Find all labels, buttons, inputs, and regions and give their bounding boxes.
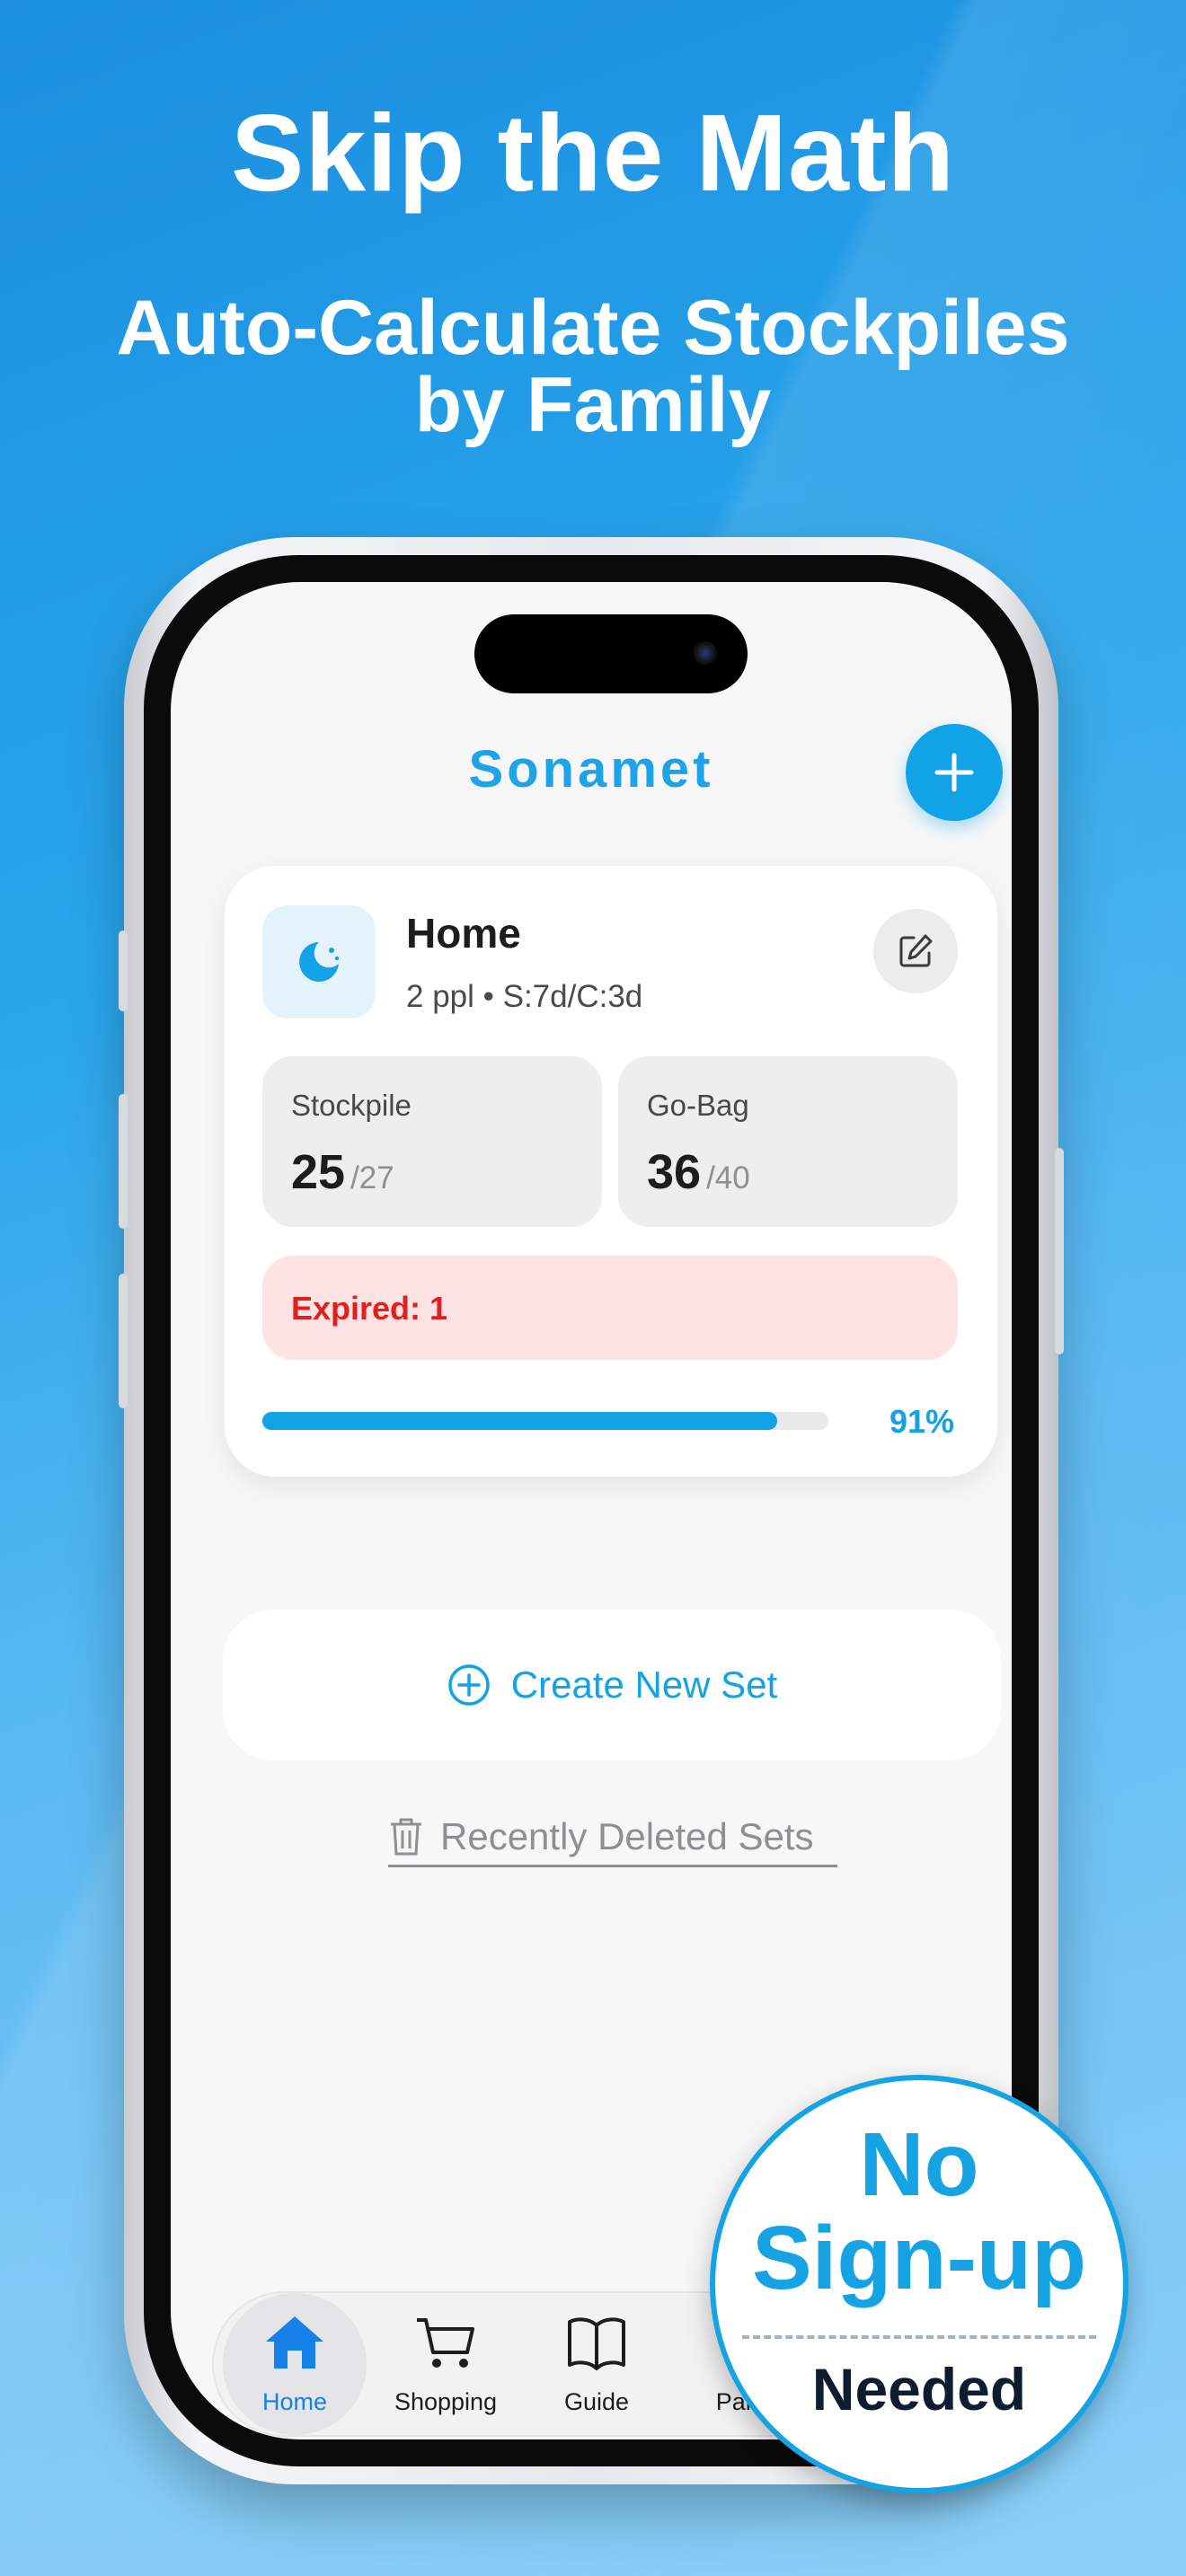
badge-line1: No [859,2114,979,2215]
create-new-set-label: Create New Set [510,1663,778,1706]
tab-home-label: Home [261,2388,328,2415]
promo-subheadline: Auto-Calculate Stockpiles by Family [0,289,1186,444]
badge-line2: Sign-up [751,2208,1087,2308]
volume-up-button [119,1094,128,1229]
app-title: Sonamet [468,740,714,798]
gobag-label: Go-Bag [647,1089,749,1122]
tab-home[interactable]: Home [223,2293,367,2435]
stockpile-stat: Stockpile 25/27 [262,1056,602,1227]
tab-guide-icon-wrap [525,2313,668,2376]
no-signup-badge: No Sign-up Needed [710,2075,1128,2493]
dynamic-island [474,614,748,693]
volume-down-button [119,1274,128,1408]
progress-fill [262,1412,778,1430]
stockpile-total: /27 [350,1160,394,1195]
gobag-stat: Go-Bag 36/40 [618,1056,958,1227]
recently-deleted-link[interactable]: Recently Deleted Sets [388,1809,837,1867]
tab-shopping-label: Shopping [394,2388,498,2415]
tab-shopping[interactable]: Shopping [374,2293,518,2435]
tab-home-icon-wrap [223,2313,367,2376]
tab-shopping-icon-wrap [374,2313,518,2376]
set-meta: 2 ppl • S:7d/C:3d [406,979,643,1014]
camera-icon [694,641,717,665]
trash-icon [391,1818,421,1856]
promo-subheadline-line2: by Family [414,362,772,448]
action-button [119,931,128,1011]
set-icon [262,905,376,1019]
badge-line3: Needed [811,2356,1027,2422]
progress-percent: 91% [890,1403,955,1440]
edit-icon [899,934,933,967]
gobag-value-wrap: 36/40 [647,1144,750,1200]
progress-bar [262,1412,828,1430]
tab-guide[interactable]: Guide [525,2293,668,2435]
moon-icon [299,942,340,982]
add-set-button[interactable] [906,724,1003,821]
gobag-value: 36 [647,1145,702,1199]
set-name: Home [406,910,521,957]
expired-banner[interactable]: Expired: 1 [262,1256,958,1360]
cart-icon [417,2318,474,2368]
power-button [1055,1148,1064,1354]
badge-divider [742,2335,1096,2339]
promo-headline: Skip the Math [230,92,956,214]
stockpile-label: Stockpile [291,1089,412,1122]
set-card[interactable]: Home 2 ppl • S:7d/C:3d Stockpile 25/27 G… [225,866,997,1477]
home-icon [266,2316,323,2369]
create-new-set-button[interactable]: Create New Set [223,1610,1001,1760]
stockpile-value-wrap: 25/27 [291,1144,394,1200]
plus-circle-icon [448,1664,490,1706]
gobag-total: /40 [706,1160,750,1195]
create-new-set-content: Create New Set [223,1610,1001,1760]
plus-icon [934,753,974,792]
edit-set-button[interactable] [873,909,958,993]
stockpile-value: 25 [291,1145,346,1199]
recently-deleted-label: Recently Deleted Sets [440,1815,814,1857]
promo-subheadline-line1: Auto-Calculate Stockpiles [116,285,1070,371]
expired-text: Expired: 1 [291,1290,448,1327]
tab-guide-label: Guide [563,2388,630,2415]
book-icon [568,2317,625,2370]
